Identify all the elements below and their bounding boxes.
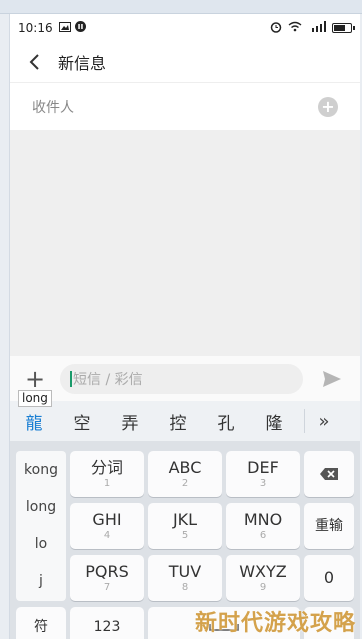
candidate-1[interactable]: 龍 (10, 409, 58, 434)
page-title: 新信息 (58, 54, 107, 73)
key-tuv[interactable]: TUV 8 (148, 555, 222, 601)
key-label: PQRS (85, 561, 129, 581)
key-label: 分词 (90, 457, 123, 477)
key-label: MNO (243, 509, 283, 529)
key-label: GHI (92, 509, 122, 529)
key-def[interactable]: DEF 3 (226, 451, 300, 497)
candidate-6[interactable]: 隆 (250, 409, 298, 434)
key-number: 7 (103, 581, 111, 593)
key-jkl[interactable]: JKL 5 (148, 503, 222, 549)
message-input[interactable]: 短信 / 彩信 (60, 363, 303, 394)
status-time: 10:16 (18, 21, 53, 35)
key-label: 0 (323, 568, 335, 587)
key-label: TUV (168, 561, 202, 581)
key-number: 5 (181, 529, 189, 541)
key-number: 8 (181, 581, 189, 593)
send-button[interactable] (303, 356, 360, 401)
number-mode-key[interactable]: 123 (70, 607, 144, 639)
more-candidates-icon[interactable]: » (305, 411, 343, 432)
message-area (10, 130, 360, 356)
key-label: DEF (247, 457, 279, 477)
key-number: 9 (259, 581, 267, 593)
text-cursor (70, 370, 72, 387)
send-icon (322, 370, 341, 387)
key-abc[interactable]: ABC 2 (148, 451, 222, 497)
key-ghi[interactable]: GHI 4 (70, 503, 144, 549)
reenter-key[interactable]: 重输 (304, 503, 354, 549)
image-notification-icon (58, 21, 71, 35)
message-placeholder: 短信 / 彩信 (73, 371, 143, 388)
key-label: WXYZ (239, 561, 287, 581)
key-number: 4 (103, 529, 111, 541)
key-number: 2 (181, 477, 189, 489)
key-number: 6 (259, 529, 267, 541)
chevron-left-icon (29, 54, 39, 70)
pinyin-option[interactable]: lo (16, 525, 66, 562)
key-label: JKL (172, 509, 198, 529)
backspace-icon (320, 468, 338, 480)
key-wxyz[interactable]: WXYZ 9 (226, 555, 300, 601)
candidate-2[interactable]: 空 (58, 409, 106, 434)
key-fenci[interactable]: 分词 1 (70, 451, 144, 497)
alarm-icon (270, 21, 282, 36)
signal-icon (308, 21, 326, 35)
key-number: 3 (259, 477, 267, 489)
window-left-strip (0, 14, 10, 639)
add-recipient-icon[interactable]: + (318, 96, 338, 117)
status-bar: 10:16 (10, 14, 360, 42)
pause-notification-icon (74, 21, 86, 35)
back-button[interactable] (10, 42, 58, 82)
key-number: 1 (103, 477, 111, 489)
key-pqrs[interactable]: PQRS 7 (70, 555, 144, 601)
key-label: 123 (93, 619, 121, 635)
candidate-5[interactable]: 孔 (202, 409, 250, 434)
phone-screen: 10:16 新信息 收件人 + + 短信 / 彩信 龍 空 弄 控 孔 隆 » … (10, 14, 360, 639)
pinyin-option[interactable]: long (16, 488, 66, 525)
key-label: 符 (34, 619, 48, 635)
pinyin-option[interactable]: j (16, 562, 66, 599)
candidate-3[interactable]: 弄 (106, 409, 154, 434)
ime-composing-text: long (18, 390, 52, 407)
backspace-key[interactable] (304, 451, 354, 497)
wifi-icon (288, 21, 302, 35)
app-header: 新信息 (10, 42, 360, 82)
battery-icon (332, 23, 355, 33)
key-mno[interactable]: MNO 6 (226, 503, 300, 549)
key-label: ABC (168, 457, 202, 477)
compose-bar: + 短信 / 彩信 (10, 356, 360, 401)
key-zero[interactable]: 0 (304, 555, 354, 601)
key-label: 重输 (315, 518, 343, 534)
recipient-label: 收件人 (32, 99, 74, 116)
ime-candidate-bar: 龍 空 弄 控 孔 隆 » (10, 401, 360, 441)
symbol-key[interactable]: 符 (16, 607, 66, 639)
pinyin-option[interactable]: kong (16, 451, 66, 488)
watermark-text: 新时代游戏攻略 (194, 611, 356, 636)
candidate-4[interactable]: 控 (154, 409, 202, 434)
window-top-strip (0, 0, 362, 14)
pinyin-list[interactable]: kong long lo j (16, 451, 66, 601)
recipient-field[interactable]: 收件人 + (10, 82, 360, 130)
